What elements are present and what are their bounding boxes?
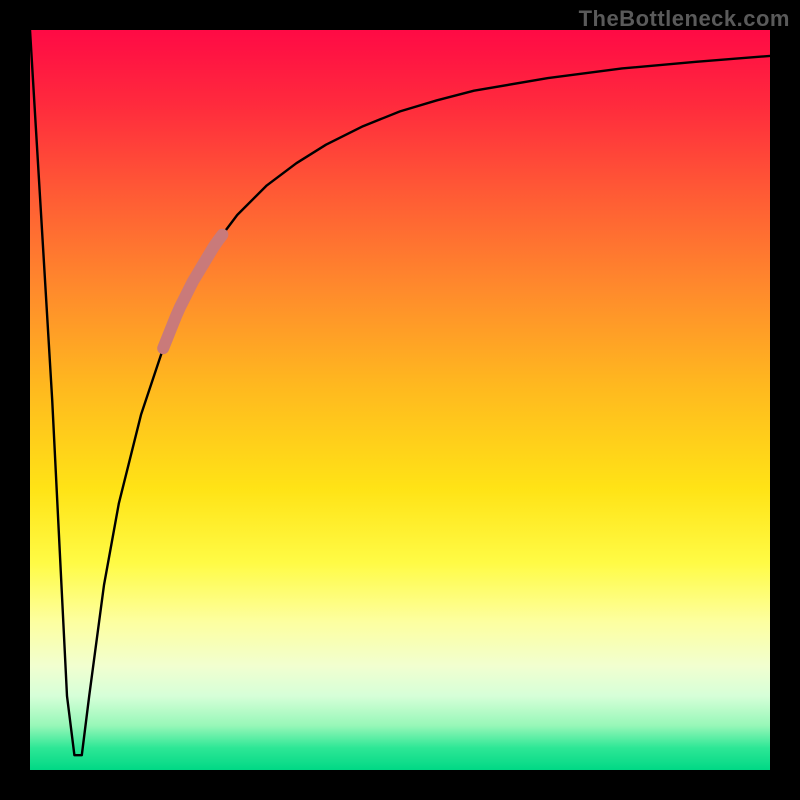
bottleneck-curve xyxy=(30,30,770,755)
chart-frame: TheBottleneck.com xyxy=(0,0,800,800)
plot-area xyxy=(30,30,770,770)
highlight-segment xyxy=(163,235,222,348)
curve-group xyxy=(30,30,770,755)
curve-svg xyxy=(30,30,770,770)
watermark-text: TheBottleneck.com xyxy=(579,6,790,32)
